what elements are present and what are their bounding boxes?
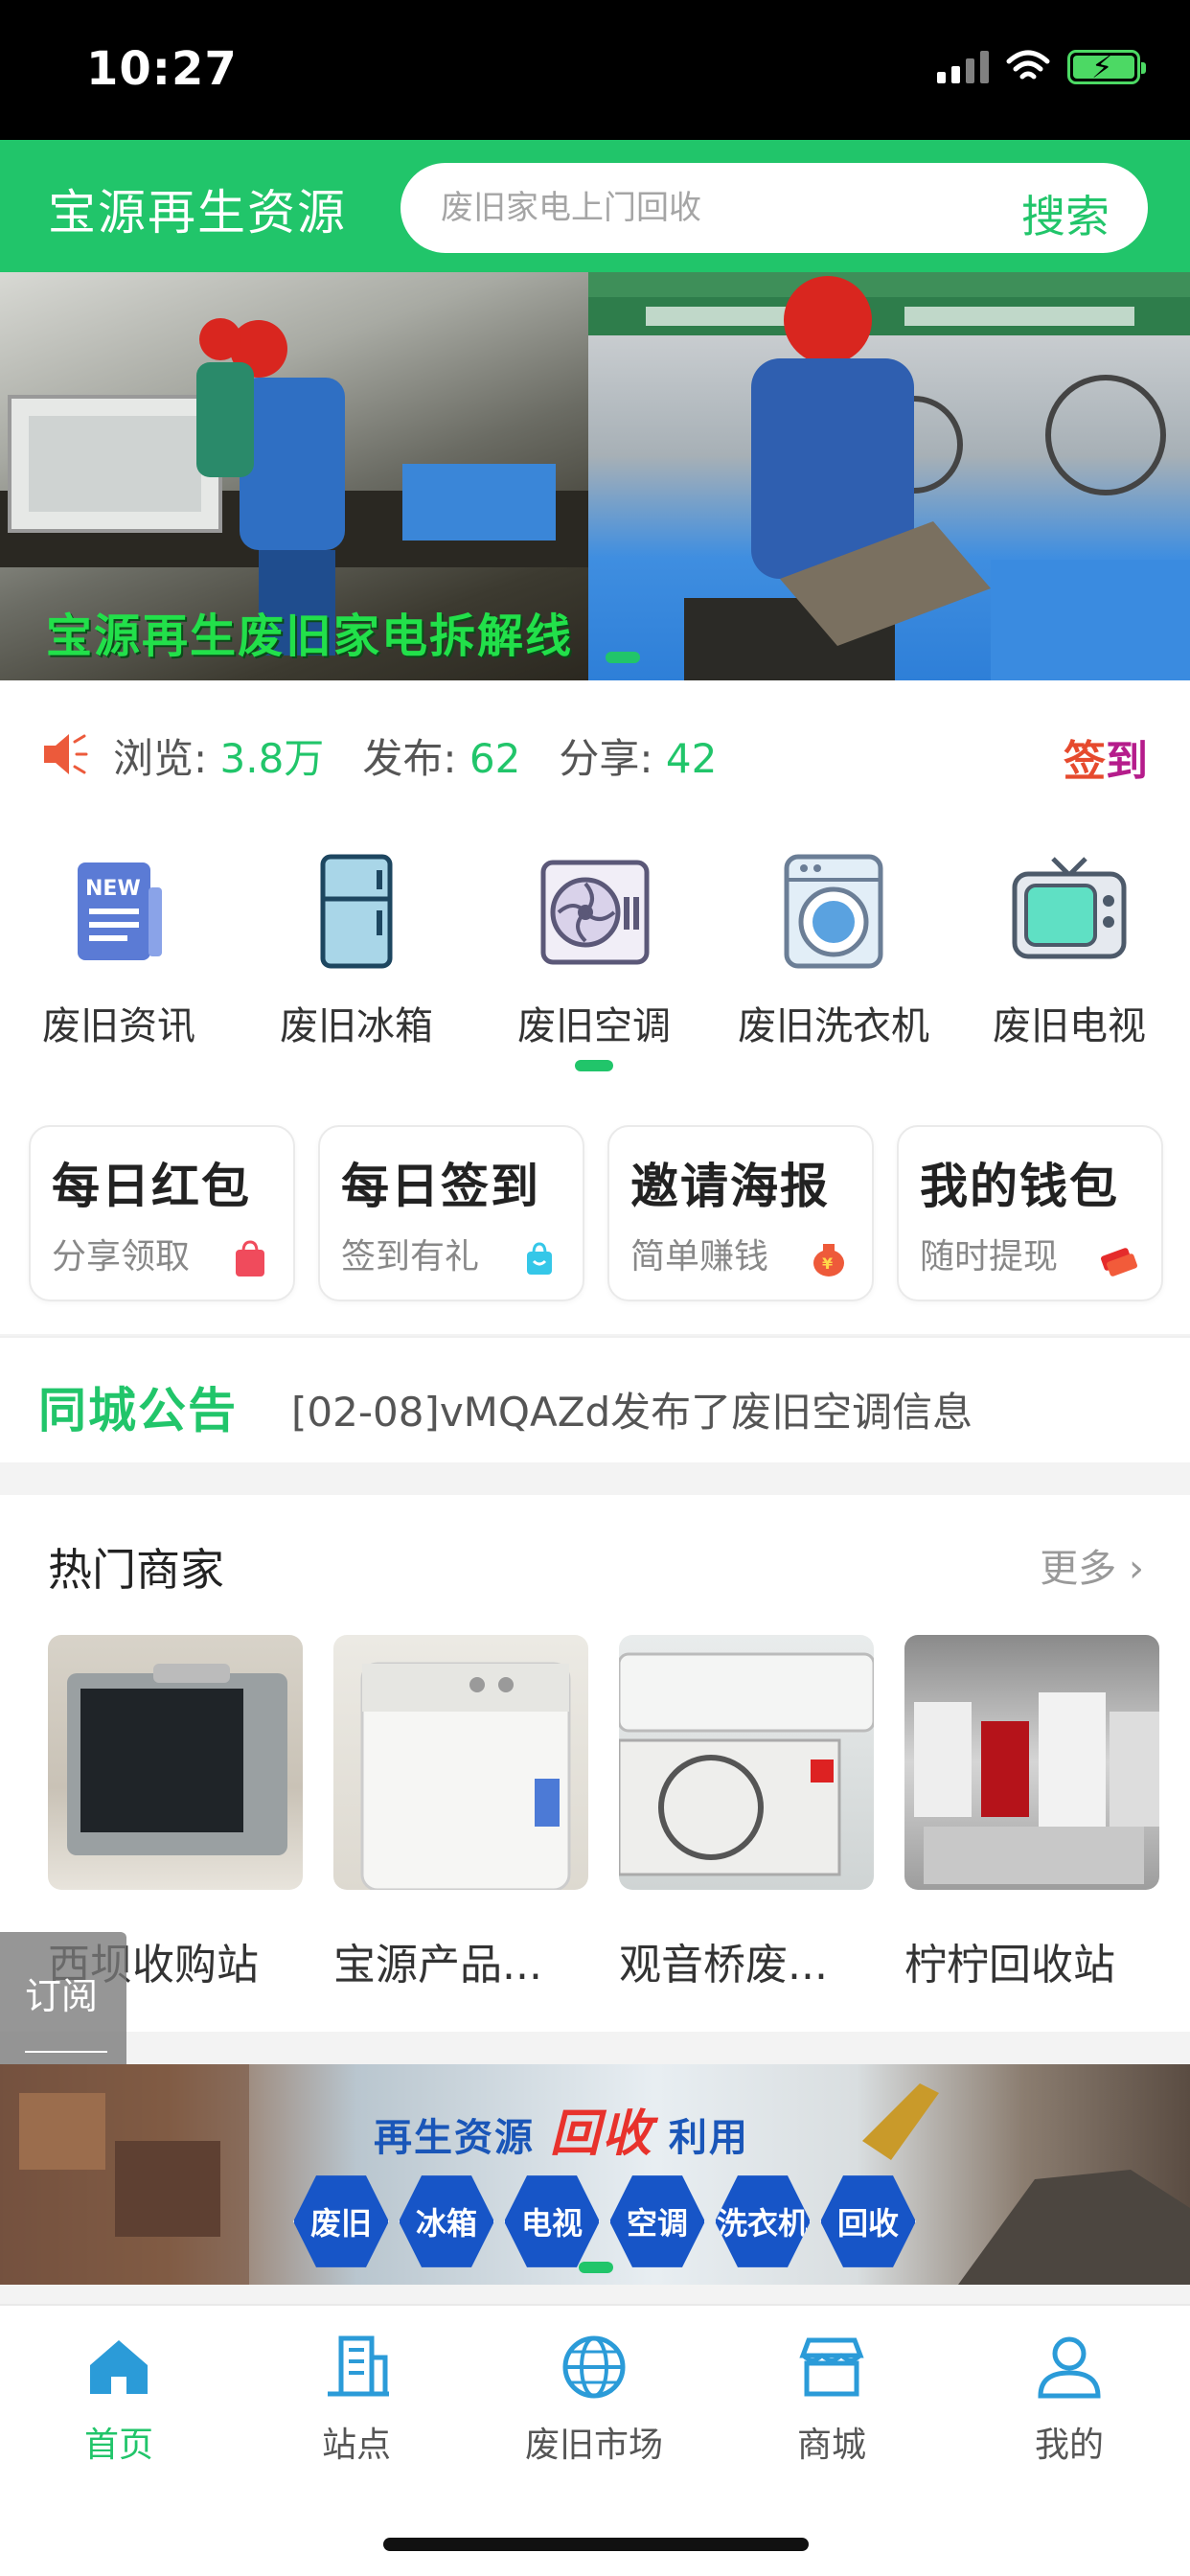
svg-text:¥: ¥ [822,1254,833,1273]
merchant-image [48,1635,303,1890]
news-icon: NEW [78,862,162,960]
promo-daily-checkin[interactable]: 每日签到 签到有礼 [318,1125,584,1301]
category-washer[interactable]: 废旧洗衣机 [719,849,949,1050]
tab-home[interactable]: 首页 [23,2331,215,2467]
merchant-image [619,1635,874,1890]
promo-cards: 每日红包 分享领取 每日签到 签到有礼 邀请海报 简单赚钱 ¥ 我的钱包 随时提… [0,1112,1190,1334]
wifi-icon [1006,50,1050,80]
category-aircon[interactable]: 废旧空调 [479,849,709,1050]
cash-icon [1101,1248,1137,1276]
battery-icon: ⚡ [1067,49,1146,85]
category-grid: NEW 废旧资讯 废旧冰箱 废旧空调 废旧洗衣机 废旧电视 [0,824,1190,1112]
banner-photo-right [588,272,1190,680]
announcement-text[interactable]: [02-08]vMQAZd发布了废旧空调信息 [291,1380,973,1438]
user-icon [1038,2336,1101,2399]
views-count: 3.8万 [219,735,325,782]
tab-stations[interactable]: 站点 [261,2331,452,2467]
search-box[interactable]: 搜索 [400,163,1148,253]
chevron-right-icon: › [1129,1547,1144,1591]
category-tv[interactable]: 废旧电视 [954,849,1184,1050]
category-fridge[interactable]: 废旧冰箱 [241,849,471,1050]
tab-shop[interactable]: 商城 [736,2331,927,2467]
search-input[interactable] [441,163,977,253]
signal-icon [937,51,989,83]
aircon-icon [540,860,650,965]
carousel-indicator [606,652,640,663]
posts-label: 发布: [362,735,457,782]
promo-invite-poster[interactable]: 邀请海报 简单赚钱 ¥ [607,1125,874,1301]
merchant-card[interactable]: 宝源产品... [333,1635,588,1991]
speaker-icon [44,734,88,774]
banner-caption: 宝源再生废旧家电拆解线 [46,610,574,663]
store-icon [799,2337,864,2397]
search-button[interactable]: 搜索 [1021,182,1110,245]
status-icons: ⚡ [937,49,1146,85]
recycle-banner[interactable]: 再生资源 回收 利用 废旧 冰箱 电视 空调 洗衣机 回收 [0,2064,1190,2285]
more-link[interactable]: 更多 › [1040,1537,1144,1593]
merchant-card[interactable]: 观音桥废... [619,1635,874,1991]
home-indicator [383,2538,809,2551]
home-icon [90,2340,148,2394]
promo-my-wallet[interactable]: 我的钱包 随时提现 [897,1125,1163,1301]
tab-profile[interactable]: 我的 [973,2331,1165,2467]
hex-tag: 回收 [820,2175,916,2267]
shares-count: 42 [665,735,718,782]
hex-tag: 冰箱 [399,2175,494,2267]
tab-market[interactable]: 废旧市场 [498,2331,690,2467]
app-title: 宝源再生资源 [48,185,347,241]
app-header: 宝源再生资源 搜索 [0,140,1190,272]
hex-tag: 废旧 [293,2175,389,2267]
hex-tag: 洗衣机 [715,2175,811,2267]
local-announcement[interactable]: 同城公告 [02-08]vMQAZd发布了废旧空调信息 [0,1336,1190,1462]
category-news[interactable]: NEW 废旧资讯 [4,849,234,1050]
stats-text: 浏览: 3.8万 发布: 62 分享: 42 [113,726,717,785]
hot-merchants-section: 热门商家 更多 › 西坝收购站 宝源产品... 观音桥废... 柠柠回收站 [0,1495,1190,2032]
subscribe-button[interactable]: 订阅 [25,1966,98,2019]
divider [25,2051,107,2053]
washer-icon [784,854,883,969]
bottom-tab-bar: 首页 站点 废旧市场 商城 我的 [0,2304,1190,2576]
status-time: 10:27 [86,42,238,96]
tv-icon [1012,857,1127,959]
svg-text:NEW: NEW [85,877,141,901]
shares-label: 分享: [559,735,653,782]
banner-carousel[interactable]: 宝源再生废旧家电拆解线 [0,272,1190,680]
carousel-indicator [579,2262,613,2273]
checkin-button[interactable]: 签到 [1064,726,1148,788]
banner-title: 再生资源 回收 利用 [374,2105,749,2163]
globe-icon [562,2335,626,2399]
banner-hex-tags: 废旧 冰箱 电视 空调 洗衣机 回收 [291,2172,918,2271]
shopping-bag-icon [527,1242,552,1275]
category-page-indicator [575,1060,613,1071]
merchant-image [904,1635,1159,1890]
hex-tag: 电视 [504,2175,600,2267]
fridge-icon [320,854,393,969]
banner-illustration-right [588,276,1190,680]
merchant-card[interactable]: 柠柠回收站 [904,1635,1159,1991]
announcement-title: 同城公告 [38,1383,238,1438]
promo-daily-red-packet[interactable]: 每日红包 分享领取 [29,1125,295,1301]
views-label: 浏览: [113,735,208,782]
merchant-image [333,1635,588,1890]
hex-tag: 空调 [609,2175,705,2267]
money-bag-icon: ¥ [813,1244,844,1276]
posts-count: 62 [469,735,521,782]
red-bag-icon [236,1240,264,1276]
building-icon [328,2335,389,2397]
section-title: 热门商家 [48,1544,224,1596]
status-bar: 10:27 ⚡ [0,0,1190,140]
stats-row: 浏览: 3.8万 发布: 62 分享: 42 签到 [0,680,1190,824]
